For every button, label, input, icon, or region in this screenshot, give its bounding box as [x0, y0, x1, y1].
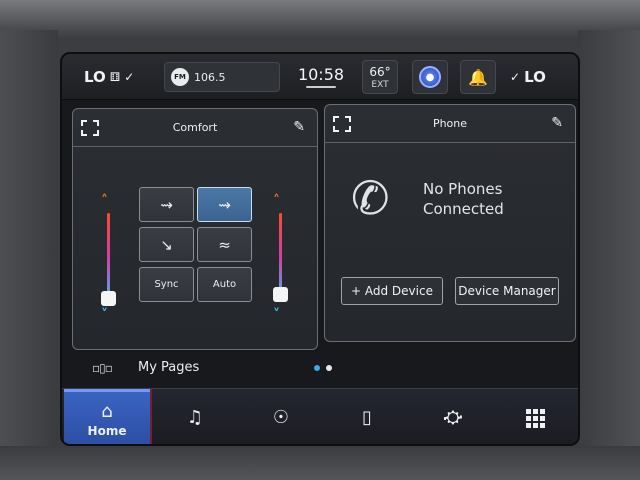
home-icon: ⌂ [101, 400, 113, 422]
nav-apps-button[interactable] [492, 389, 578, 444]
passenger-temp-value: LO [524, 68, 546, 86]
climate-icon: ☉ [272, 407, 290, 428]
sirius-guardian-icon: ● [419, 66, 441, 88]
no-phones-line1: No Phones [423, 180, 503, 198]
nav-phone-button[interactable]: ▯ [324, 389, 410, 444]
nav-home-button[interactable]: ⌂ Home [64, 389, 150, 444]
heated-steering-icon: ⚅ [109, 70, 121, 84]
seat-airflow-face-feet-icon: ⇝ [218, 195, 231, 214]
no-phone-icon: ✆ [351, 171, 390, 225]
seat-airflow-face-icon: ⇝ [160, 195, 173, 214]
passenger-heated-seat-icon: ✓ [510, 70, 521, 84]
outside-temp: 66° EXT [362, 60, 398, 94]
no-phones-line2: Connected [423, 200, 504, 218]
car-icon: ⛮ [443, 407, 463, 428]
bezel-left [0, 30, 58, 480]
mode-face-feet-button[interactable]: ⇝ [197, 187, 252, 222]
clock[interactable]: 10:58 [294, 60, 348, 92]
mode-defrost-feet-button[interactable]: ≈ [197, 227, 252, 262]
expand-icon[interactable] [333, 116, 351, 132]
music-note-icon: ♫ [186, 407, 204, 428]
infotainment-screen: LO ⚅ ✓ FM 106.5 10:58 66° EXT ● 🔔 ✓ LO C… [60, 52, 580, 446]
status-bar: LO ⚅ ✓ FM 106.5 10:58 66° EXT ● 🔔 ✓ LO [62, 54, 578, 100]
sync-button[interactable]: Sync [139, 267, 194, 302]
bottom-nav-bar: ⌂ Home ♫ ☉ ▯ ⛮ [62, 388, 578, 444]
edit-pencil-icon[interactable]: ✎ [551, 115, 563, 131]
expand-icon[interactable] [81, 120, 99, 136]
seat-airflow-defrost-feet-icon: ≈ [218, 235, 231, 254]
outside-temp-value: 66° [369, 64, 391, 79]
no-phones-message: No Phones Connected [423, 179, 563, 219]
temp-up-icon[interactable]: ˄ [273, 193, 280, 209]
driver-temp-slider[interactable]: ˄ ˅ [99, 193, 119, 323]
heated-seat-icon: ✓ [124, 70, 135, 84]
nav-media-button[interactable]: ♫ [152, 389, 238, 444]
temp-track [107, 213, 110, 301]
sync-label: Sync [154, 279, 179, 290]
auto-label: Auto [212, 279, 237, 290]
nav-home-label: Home [87, 423, 127, 438]
apps-grid-icon [525, 408, 545, 428]
bezel-right [578, 30, 640, 480]
fm-band-badge: FM [171, 68, 189, 86]
bezel-top [0, 0, 640, 40]
auto-button[interactable]: Auto [197, 267, 252, 302]
page-indicator-dot-1[interactable] [314, 365, 320, 371]
temp-slider-knob[interactable] [273, 287, 288, 302]
mode-feet-button[interactable]: ↘ [139, 227, 194, 262]
comfort-card: Comfort ✎ ˄ ˅ ⇝ ⇝ ↘ ≈ Sync Auto ˄ ˅ [72, 108, 318, 350]
phone-card: Phone ✎ ✆ No Phones Connected + Add Devi… [324, 104, 576, 342]
my-pages-icon: ▫▯▫ [92, 361, 113, 375]
radio-frequency: 106.5 [194, 70, 226, 84]
phone-icon: ▯ [362, 407, 372, 428]
comfort-card-title: Comfort [172, 121, 218, 134]
seat-airflow-feet-icon: ↘ [160, 235, 173, 254]
temp-down-icon[interactable]: ˅ [273, 307, 280, 323]
driver-temp-value: LO [84, 68, 106, 86]
mode-face-button[interactable]: ⇝ [139, 187, 194, 222]
bell-icon: 🔔 [468, 67, 488, 87]
driver-temp-control[interactable]: LO ⚅ ✓ [84, 64, 134, 90]
page-indicator-dot-2[interactable] [326, 365, 332, 371]
nav-climate-button[interactable]: ☉ [238, 389, 324, 444]
bezel-bottom [0, 446, 640, 480]
outside-temp-label: EXT [371, 79, 389, 90]
phone-card-header: Phone ✎ [325, 105, 575, 143]
radio-now-playing[interactable]: FM 106.5 [164, 62, 280, 92]
add-device-button[interactable]: + Add Device [341, 277, 443, 305]
edit-pencil-icon[interactable]: ✎ [293, 119, 305, 135]
notifications-button[interactable]: 🔔 [460, 60, 496, 94]
sirius-guardian-button[interactable]: ● [412, 60, 448, 94]
device-manager-button[interactable]: Device Manager [455, 277, 559, 305]
temp-up-icon[interactable]: ˄ [101, 193, 108, 209]
temp-slider-knob[interactable] [101, 291, 116, 306]
comfort-card-header: Comfort ✎ [73, 109, 317, 147]
clock-time: 10:58 [297, 64, 345, 84]
passenger-temp-slider[interactable]: ˄ ˅ [271, 193, 291, 323]
nav-vehicle-button[interactable]: ⛮ [410, 389, 496, 444]
my-pages-label: My Pages [138, 360, 200, 375]
passenger-temp-control[interactable]: ✓ LO [510, 64, 546, 90]
my-pages-bar[interactable]: ▫▯▫ My Pages [62, 352, 578, 384]
clock-underline [306, 85, 336, 88]
phone-card-title: Phone [432, 117, 468, 130]
temp-down-icon[interactable]: ˅ [101, 307, 108, 323]
